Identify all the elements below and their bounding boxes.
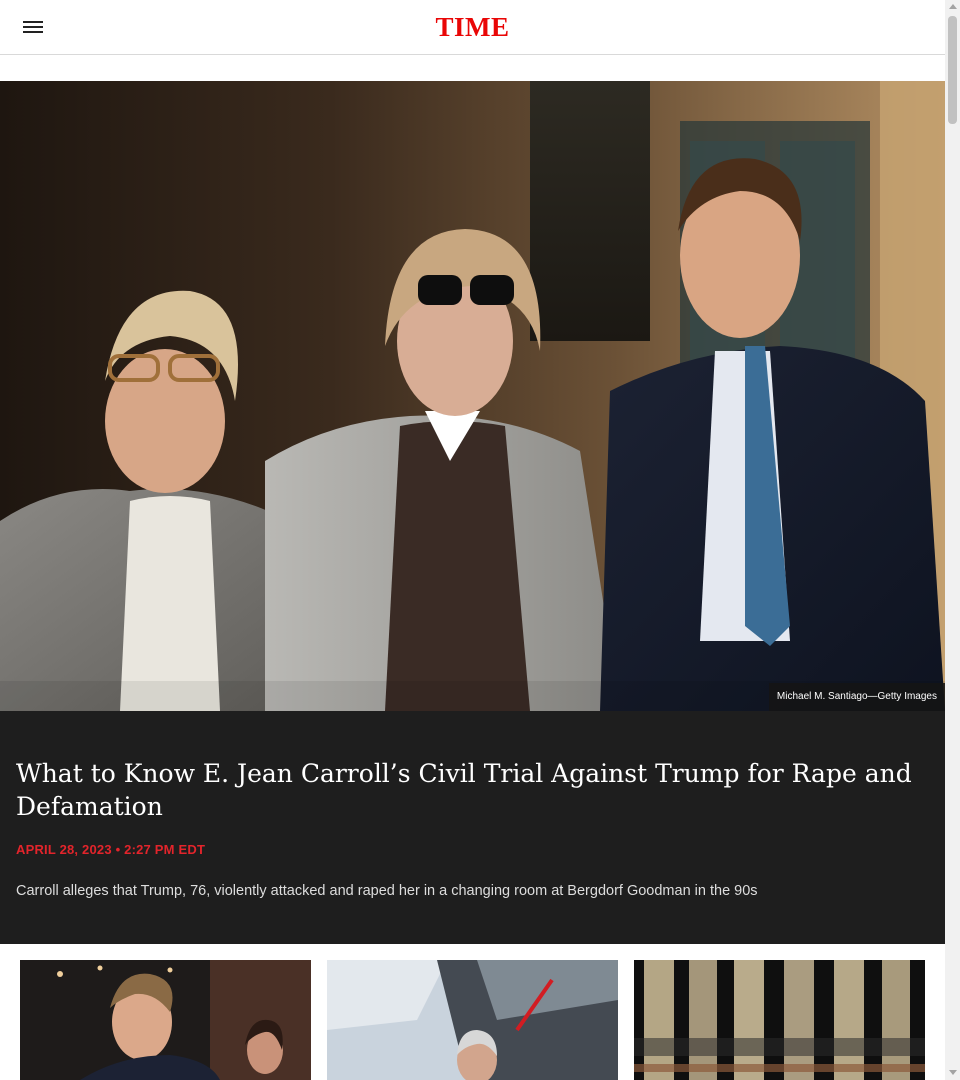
card-1-thumbnail [20,960,311,1080]
ad-strip [0,55,945,82]
related-story-grid [20,960,925,1080]
article-headline[interactable]: What to Know E. Jean Carroll’s Civil Tri… [16,757,916,823]
time-logo[interactable]: TIME [0,10,945,44]
site-header: TIME [0,0,945,55]
article-dateline: APRIL 28, 2023 • 2:27 PM EDT [16,842,206,857]
scroll-up-arrow-icon[interactable] [949,4,957,9]
scrollbar-thumb[interactable] [948,16,957,124]
hero-image[interactable] [0,81,945,711]
card-3-thumbnail [634,960,925,1080]
related-story-card-3[interactable] [634,960,925,1080]
card-2-thumbnail [327,960,618,1080]
page: TIME Michael M. Santiago—Getty Images Wh… [0,0,945,1080]
related-story-card-2[interactable] [327,960,618,1080]
photo-credit: Michael M. Santiago—Getty Images [768,683,945,711]
article-summary: Carroll alleges that Trump, 76, violentl… [16,883,758,899]
scroll-down-arrow-icon[interactable] [949,1070,957,1075]
page-scrollbar[interactable] [945,0,960,1080]
hero-photo [0,81,945,711]
article-band [0,711,945,944]
related-story-card-1[interactable] [20,960,311,1080]
